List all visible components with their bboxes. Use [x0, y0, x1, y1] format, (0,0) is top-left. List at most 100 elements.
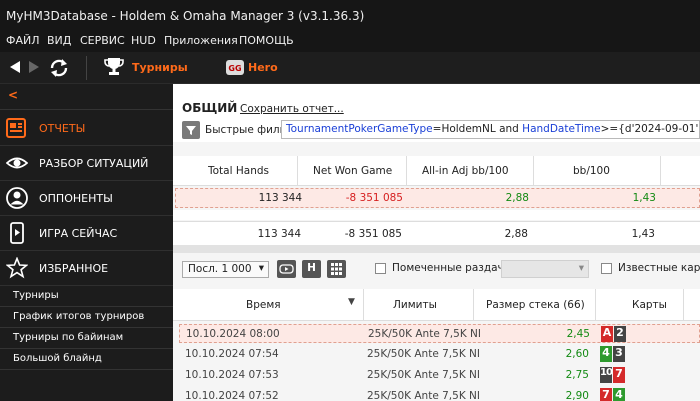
replay-button[interactable] — [277, 260, 296, 278]
table-row[interactable]: 10.10.2024 07:52 25K/50K Ante 7,5K NL Ho… — [179, 387, 700, 401]
cell-stack: 2,75 — [565, 369, 589, 381]
sidebar-collapse[interactable]: < — [0, 84, 173, 110]
col-total-hands[interactable]: Total Hands — [208, 165, 269, 177]
menu-service[interactable]: СЕРВИС — [80, 34, 125, 47]
marked-hands-select[interactable]: ▾ — [501, 260, 589, 278]
card-badge: 7 — [600, 388, 612, 401]
menu-bar: ФАЙЛ ВИД СЕРВИС HUD Приложения ПОМОЩЬ — [0, 30, 700, 52]
sidebar: < ОТЧЕТЫ РАЗБОР СИТУАЦИЙ ОППОНЕНТЫ ИГРА … — [0, 84, 173, 401]
hand-history-button[interactable]: H — [302, 260, 321, 278]
sidebar-item-opponents[interactable]: ОППОНЕНТЫ — [0, 181, 173, 216]
menu-view[interactable]: ВИД — [47, 34, 71, 47]
col-cards[interactable]: Карты — [632, 299, 667, 311]
sidebar-item-label: ОППОНЕНТЫ — [39, 192, 113, 205]
sidebar-item-label: ИГРА СЕЙЧАС — [39, 227, 118, 240]
filter-expression-field[interactable]: TournamentPokerGameType=HoldemNL and Han… — [281, 120, 700, 139]
menu-hud[interactable]: HUD — [131, 34, 156, 47]
chevron-down-icon: ▾ — [578, 262, 584, 274]
menu-file[interactable]: ФАЙЛ — [6, 34, 40, 47]
table-row[interactable]: 10.10.2024 07:53 25K/50K Ante 7,5K NL Ho… — [179, 366, 700, 385]
table-row[interactable]: 10.10.2024 08:00 25K/50K Ante 7,5K NL Ho… — [179, 324, 700, 343]
hands-table-header: Время ▼ Лимиты Размер стека (66) Карты — [173, 289, 700, 321]
back-arrow-icon[interactable] — [9, 60, 21, 77]
sidebar-subitem-tournaments-by-buyin[interactable]: Турниры по байинам — [0, 328, 173, 349]
card-badge: 4 — [613, 388, 625, 401]
hands-toolbar: Посл. 1 000 ▾ H Помеченные раздачи ▾ Изв… — [173, 253, 700, 283]
card-badge: 7 — [613, 367, 625, 383]
tournaments-tab[interactable]: Турниры — [132, 61, 188, 74]
col-net-won[interactable]: Net Won Game — [313, 165, 392, 177]
filter-value: >={d'2024-09-01'} — [600, 123, 700, 135]
reports-icon — [6, 117, 28, 139]
save-report-link[interactable]: Сохранить отчет... — [240, 103, 344, 115]
table-row[interactable]: 10.10.2024 07:54 25K/50K Ante 7,5K NL Ho… — [179, 345, 700, 364]
cell-time: 10.10.2024 07:54 — [185, 348, 279, 360]
sidebar-item-situations[interactable]: РАЗБОР СИТУАЦИЙ — [0, 146, 173, 181]
filter-operator: =HoldemNL and — [432, 123, 523, 135]
marked-hands-label: Помеченные раздачи — [392, 262, 511, 274]
total-net-won-value: -8 351 085 — [344, 228, 402, 240]
quick-filter-bar: Быстрые фильт TournamentPokerGameType=Ho… — [173, 117, 700, 142]
cell-limits: 25K/50K Ante 7,5K NL Ho — [368, 328, 480, 340]
summary-header: Total Hands Net Won Game All-in Adj bb/1… — [173, 156, 700, 186]
col-time[interactable]: Время — [246, 299, 281, 311]
filter-icon[interactable] — [182, 121, 200, 139]
col-limits[interactable]: Лимиты — [393, 299, 437, 311]
forward-arrow-icon[interactable] — [28, 60, 40, 77]
hero-selector[interactable]: Hero — [248, 61, 278, 74]
known-cards-checkbox[interactable] — [601, 263, 612, 274]
cell-stack: 2,45 — [566, 328, 590, 340]
card-badge: 2 — [614, 326, 626, 342]
svg-text:GG: GG — [228, 64, 241, 73]
menu-help[interactable]: ПОМОЩЬ — [239, 34, 294, 47]
panel-splitter[interactable] — [173, 245, 700, 253]
sidebar-subitem-tournament-results-chart[interactable]: График итогов турниров — [0, 307, 173, 328]
sidebar-item-label: ОТЧЕТЫ — [39, 122, 86, 135]
summary-row[interactable]: 113 344 -8 351 085 2,88 1,43 — [175, 188, 700, 208]
trophy-icon — [103, 57, 125, 80]
card-badge: 3 — [613, 346, 625, 362]
summary-totals-row: 113 344 -8 351 085 2,88 1,43 — [173, 221, 700, 245]
filter-field-game-type: TournamentPokerGameType — [286, 123, 433, 135]
report-title: ОБЩИЙ — [182, 101, 238, 115]
cell-time: 10.10.2024 07:53 — [185, 369, 279, 381]
user-icon — [6, 187, 28, 209]
ggpoker-logo-icon: GG — [226, 60, 244, 78]
last-hands-select[interactable]: Посл. 1 000 ▾ — [182, 261, 269, 278]
report-header: ОБЩИЙ Сохранить отчет... — [173, 84, 700, 117]
cell-total-hands: 113 344 — [258, 192, 302, 204]
cell-stack: 2,60 — [565, 348, 589, 360]
marked-hands-checkbox[interactable] — [375, 263, 386, 274]
report-panel: ОБЩИЙ Сохранить отчет... Быстрые фильт T… — [173, 84, 700, 401]
quick-filter-label: Быстрые фильт — [205, 124, 292, 136]
sidebar-subitem-tournaments[interactable]: Турниры — [0, 286, 173, 307]
refresh-icon[interactable] — [48, 57, 70, 82]
sidebar-item-label: ИЗБРАННОЕ — [39, 262, 109, 275]
filter-field-date: HandDateTime — [522, 123, 601, 135]
menu-apps[interactable]: Приложения — [164, 34, 238, 47]
last-hands-value: Посл. 1 000 — [188, 263, 252, 275]
cell-allin-adj: 2,88 — [505, 192, 529, 204]
total-hands-value: 113 344 — [257, 228, 301, 240]
total-bb100-value: 1,43 — [631, 228, 655, 240]
cell-time: 10.10.2024 07:52 — [185, 390, 279, 401]
sidebar-item-reports[interactable]: ОТЧЕТЫ — [0, 111, 173, 146]
col-bb100[interactable]: bb/100 — [573, 165, 610, 177]
cell-time: 10.10.2024 08:00 — [186, 328, 280, 340]
sidebar-subitem-big-blind[interactable]: Большой блайнд — [0, 349, 173, 370]
sidebar-item-label: РАЗБОР СИТУАЦИЙ — [39, 157, 149, 170]
col-allin-adj[interactable]: All-in Adj bb/100 — [422, 165, 509, 177]
grid-view-button[interactable] — [327, 260, 346, 278]
sidebar-item-favorites[interactable]: ИЗБРАННОЕ — [0, 251, 173, 286]
grid-icon — [331, 263, 342, 275]
toolbar-divider — [86, 56, 87, 80]
cell-stack: 2,90 — [565, 390, 589, 401]
col-stack-size[interactable]: Размер стека (66) — [486, 299, 585, 311]
total-allin-adj-value: 2,88 — [504, 228, 528, 240]
cell-bb100: 1,43 — [632, 192, 656, 204]
sidebar-item-playing-now[interactable]: ИГРА СЕЙЧАС — [0, 216, 173, 251]
chevron-down-icon: ▾ — [258, 262, 264, 274]
known-cards-label: Известные карм — [618, 262, 700, 274]
collapse-icon[interactable]: < — [8, 88, 18, 102]
sort-desc-icon[interactable]: ▼ — [348, 297, 355, 307]
